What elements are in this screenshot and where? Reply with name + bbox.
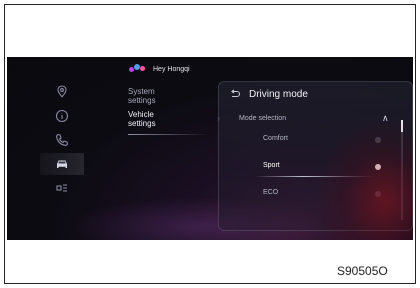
- radio-button[interactable]: [375, 191, 381, 197]
- menu-item-system-settings[interactable]: System settings: [128, 85, 198, 108]
- option-sport[interactable]: Sport: [219, 156, 402, 178]
- option-label: Sport: [263, 162, 280, 169]
- phone-icon[interactable]: [42, 129, 82, 151]
- car-icon[interactable]: [40, 153, 84, 175]
- option-label: ECO: [263, 189, 279, 196]
- assistant-greeting: Hey Hongqi: [153, 65, 190, 73]
- radio-button[interactable]: [375, 164, 381, 170]
- infotainment-screen: Hey Hongqi System settings Vehicle setti…: [7, 57, 413, 240]
- info-icon[interactable]: [42, 105, 82, 127]
- selected-indicator: [255, 176, 375, 177]
- option-comfort[interactable]: Comfort: [219, 129, 402, 151]
- menu-item-vehicle-settings[interactable]: Vehicle settings ›: [128, 108, 220, 135]
- active-indicator: [128, 134, 208, 135]
- figure-code: S90505O: [337, 264, 388, 278]
- sidebar-icons: [40, 75, 84, 215]
- menu-item-label-line2: settings: [128, 96, 156, 105]
- menu-item-label-line1: Vehicle: [128, 110, 154, 119]
- panel-title: Driving mode: [249, 88, 308, 100]
- menu-item-label-line2: settings: [128, 119, 156, 128]
- panel-header: Driving mode: [229, 88, 308, 100]
- chevron-up-icon[interactable]: ∧: [382, 113, 389, 124]
- apps-icon[interactable]: [42, 177, 82, 199]
- option-label: Comfort: [263, 135, 288, 142]
- option-eco[interactable]: ECO: [219, 183, 402, 205]
- back-icon[interactable]: [229, 88, 241, 100]
- settings-menu: System settings Vehicle settings ›: [128, 85, 220, 135]
- menu-item-label-line1: System: [128, 87, 155, 96]
- navigation-icon[interactable]: [42, 81, 82, 103]
- voice-assistant[interactable]: Hey Hongqi: [129, 63, 190, 75]
- driving-mode-panel: Driving mode Mode selection ∧ Comfort Sp…: [218, 81, 413, 231]
- section-label: Mode selection: [239, 115, 287, 122]
- radio-button[interactable]: [375, 137, 381, 143]
- assistant-logo-icon: [129, 63, 147, 75]
